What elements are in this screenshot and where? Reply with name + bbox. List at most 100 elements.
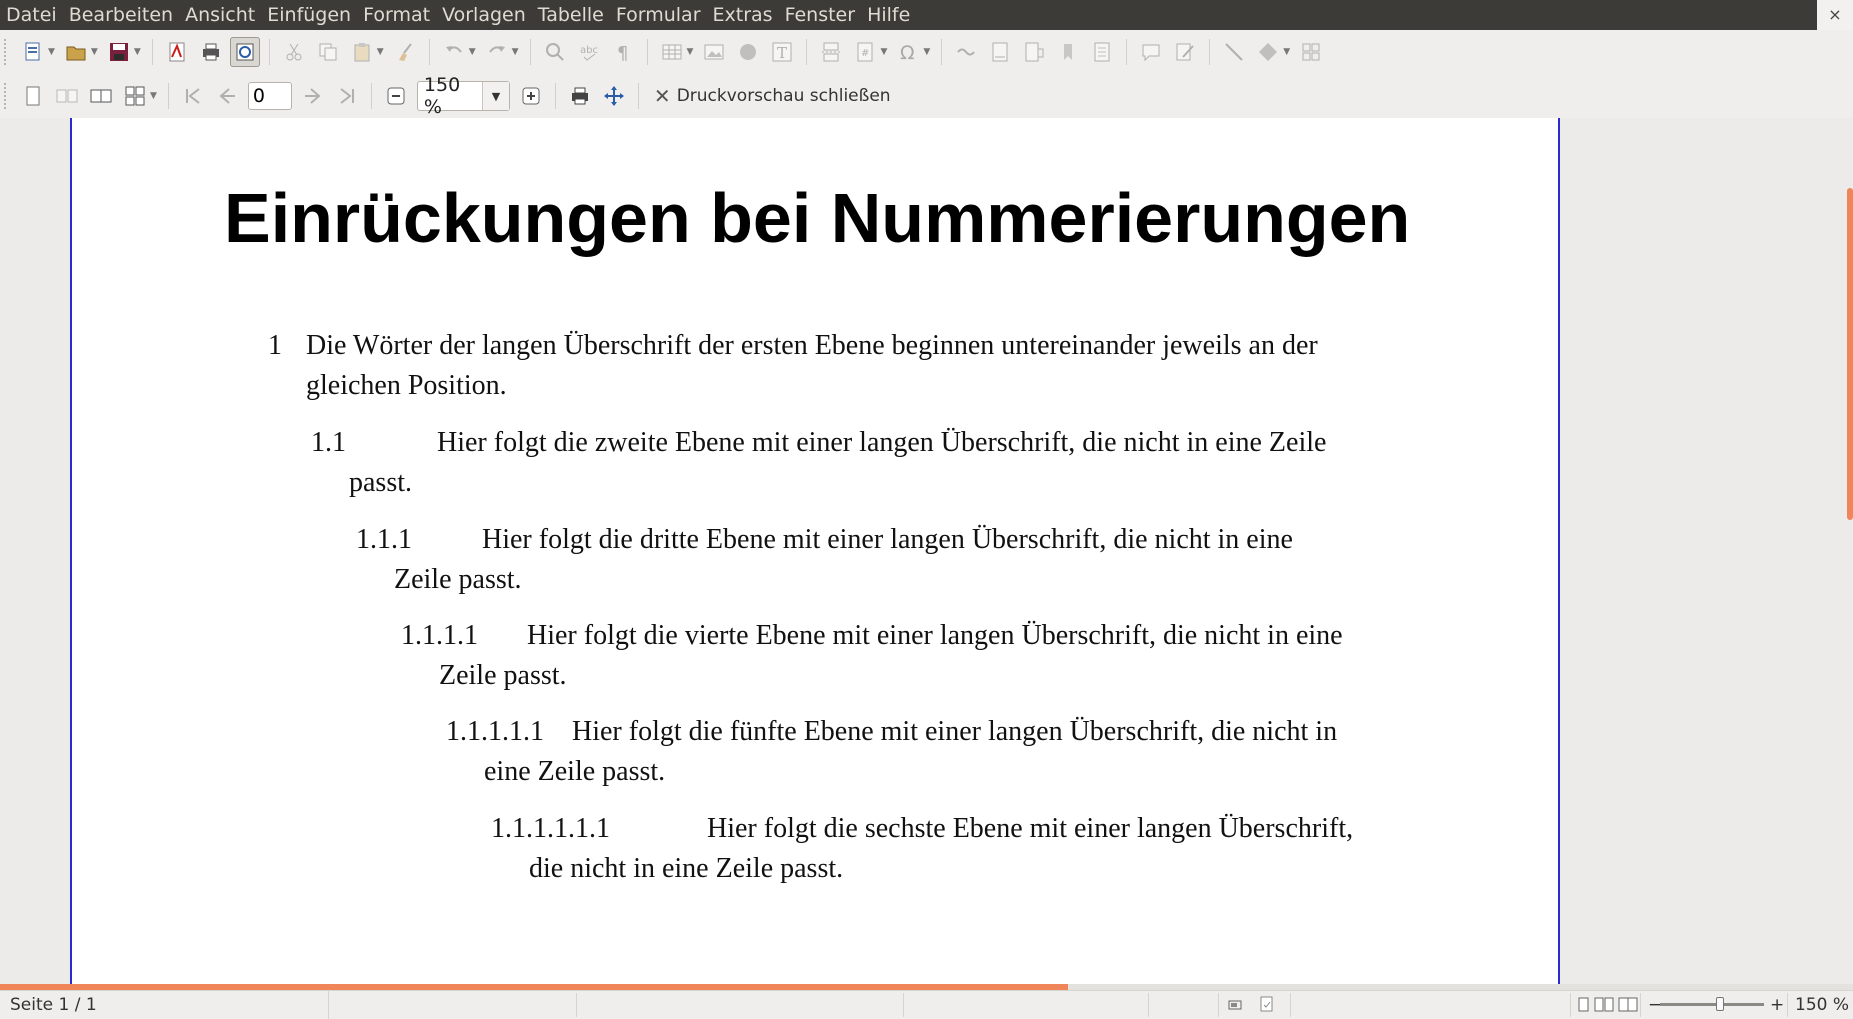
insert-page-break-button[interactable] xyxy=(816,37,846,67)
insert-field-button[interactable]: # xyxy=(850,37,880,67)
menu-bearbeiten[interactable]: Bearbeiten xyxy=(63,0,179,30)
chevron-down-icon[interactable]: ▼ xyxy=(377,47,384,57)
printer-icon xyxy=(202,43,219,61)
window-close-button[interactable]: × xyxy=(1817,0,1853,30)
heading-text-line-2: eine Zeile passt. xyxy=(484,756,666,787)
heading-number: 1 xyxy=(268,330,282,361)
chevron-down-icon[interactable]: ▼ xyxy=(880,47,887,57)
preview-print-button[interactable] xyxy=(565,81,595,111)
save-button[interactable] xyxy=(104,37,134,67)
single-page-view-button[interactable] xyxy=(18,81,48,111)
zoom-value: 150 % xyxy=(423,74,461,118)
chevron-down-icon[interactable]: ▼ xyxy=(512,47,519,57)
toolbar-grip[interactable] xyxy=(4,39,10,65)
insert-line-button[interactable] xyxy=(1219,37,1249,67)
chevron-down-icon[interactable]: ▼ xyxy=(150,91,157,101)
vertical-scrollbar[interactable] xyxy=(1845,118,1853,984)
zoom-select[interactable]: 150 % ▼ xyxy=(416,74,510,118)
footnote-icon xyxy=(992,42,1008,62)
zoom-out-button[interactable] xyxy=(381,81,411,111)
copy-button[interactable] xyxy=(313,37,343,67)
last-page-button[interactable] xyxy=(332,81,362,111)
toolbar-grip[interactable] xyxy=(4,83,10,109)
menu-ansicht[interactable]: Ansicht xyxy=(179,0,261,30)
page-number-input[interactable] xyxy=(247,82,292,110)
undo-button[interactable] xyxy=(439,37,469,67)
cross-reference-icon xyxy=(1094,42,1110,62)
document-area[interactable]: Einrückungen bei Nummerierungen 1 Die Wö… xyxy=(0,118,1853,984)
chevron-down-icon[interactable]: ▼ xyxy=(481,82,509,110)
chevron-down-icon[interactable]: ▼ xyxy=(923,47,930,57)
zoom-out-icon xyxy=(387,87,405,105)
menu-datei[interactable]: Datei xyxy=(0,0,63,30)
track-changes-button[interactable] xyxy=(1170,37,1200,67)
multiple-pages-button[interactable] xyxy=(120,81,150,111)
basic-shapes-button[interactable] xyxy=(1253,37,1283,67)
chevron-down-icon[interactable]: ▼ xyxy=(469,47,476,57)
chevron-down-icon[interactable]: ▼ xyxy=(687,47,694,57)
zoom-slider-plus[interactable]: + xyxy=(1770,991,1784,1019)
insert-comment-button[interactable] xyxy=(1136,37,1166,67)
print-button[interactable] xyxy=(196,37,226,67)
document-modified-icon[interactable] xyxy=(1260,996,1274,1017)
insert-textbox-button[interactable]: T xyxy=(767,37,797,67)
page-status[interactable]: Seite 1 / 1 xyxy=(10,991,329,1019)
open-button[interactable] xyxy=(61,37,91,67)
draw-functions-button[interactable] xyxy=(1296,37,1326,67)
zoom-percentage[interactable]: 150 % xyxy=(1795,991,1849,1019)
folder-icon xyxy=(66,46,86,61)
find-replace-button[interactable] xyxy=(540,37,570,67)
chevron-down-icon[interactable]: ▼ xyxy=(1283,47,1290,57)
insert-chart-button[interactable] xyxy=(733,37,763,67)
paste-button[interactable] xyxy=(347,37,377,67)
floppy-disk-icon xyxy=(109,43,128,61)
two-pages-view-button[interactable] xyxy=(52,81,82,111)
clone-formatting-button[interactable] xyxy=(390,37,420,67)
heading-text-line-1: Hier folgt die fünfte Ebene mit einer la… xyxy=(572,716,1338,747)
zoom-in-button[interactable] xyxy=(516,81,546,111)
export-pdf-button[interactable] xyxy=(162,37,192,67)
book-preview-button[interactable] xyxy=(86,81,116,111)
menu-vorlagen[interactable]: Vorlagen xyxy=(436,0,532,30)
standard-toolbar: ▼ ▼ ▼ ▼ ▼ ▼ abc ¶ ▼ T # ▼ Ω ▼ ▼ xyxy=(0,30,1853,75)
insert-endnote-button[interactable] xyxy=(1019,37,1049,67)
print-preview-toggle[interactable] xyxy=(229,37,260,67)
menu-bar: Datei Bearbeiten Ansicht Einfügen Format… xyxy=(0,0,1853,30)
insert-bookmark-button[interactable] xyxy=(1053,37,1083,67)
close-preview-button[interactable]: ✕ Druckvorschau schließen xyxy=(654,84,891,108)
multi-page-layout-icon[interactable] xyxy=(1594,997,1614,1013)
menu-tabelle[interactable]: Tabelle xyxy=(532,0,610,30)
zoom-slider-knob[interactable] xyxy=(1716,997,1724,1011)
special-character-button[interactable]: Ω xyxy=(893,37,923,67)
menu-format[interactable]: Format xyxy=(357,0,436,30)
cut-button[interactable] xyxy=(279,37,309,67)
insert-hyperlink-button[interactable] xyxy=(951,37,981,67)
first-page-button[interactable] xyxy=(178,81,208,111)
vertical-scrollbar-thumb[interactable] xyxy=(1847,188,1853,520)
next-page-button[interactable] xyxy=(298,81,328,111)
full-screen-button[interactable] xyxy=(599,81,629,111)
insert-footnote-button[interactable] xyxy=(985,37,1015,67)
chevron-down-icon[interactable]: ▼ xyxy=(91,47,98,57)
menu-extras[interactable]: Extras xyxy=(707,0,779,30)
heading-text-line-1: Hier folgt die zweite Ebene mit einer la… xyxy=(437,427,1327,458)
chevron-down-icon[interactable]: ▼ xyxy=(134,47,141,57)
menu-hilfe[interactable]: Hilfe xyxy=(861,0,916,30)
formatting-marks-button[interactable]: ¶ xyxy=(608,37,638,67)
menu-formular[interactable]: Formular xyxy=(610,0,707,30)
previous-page-button[interactable] xyxy=(212,81,242,111)
shapes-grid-icon xyxy=(1302,43,1320,61)
book-layout-icon[interactable] xyxy=(1618,997,1638,1013)
new-document-button[interactable] xyxy=(18,37,48,67)
menu-fenster[interactable]: Fenster xyxy=(779,0,861,30)
spelling-button[interactable]: abc xyxy=(574,37,604,67)
insert-cross-reference-button[interactable] xyxy=(1087,37,1117,67)
insert-image-button[interactable] xyxy=(699,37,729,67)
single-page-layout-icon[interactable] xyxy=(1578,997,1590,1013)
redo-button[interactable] xyxy=(482,37,512,67)
insert-table-button[interactable] xyxy=(657,37,687,67)
selection-mode-icon[interactable] xyxy=(1228,997,1242,1017)
menu-einfuegen[interactable]: Einfügen xyxy=(261,0,357,30)
chevron-down-icon[interactable]: ▼ xyxy=(48,47,55,57)
zoom-slider[interactable] xyxy=(1660,1003,1764,1006)
